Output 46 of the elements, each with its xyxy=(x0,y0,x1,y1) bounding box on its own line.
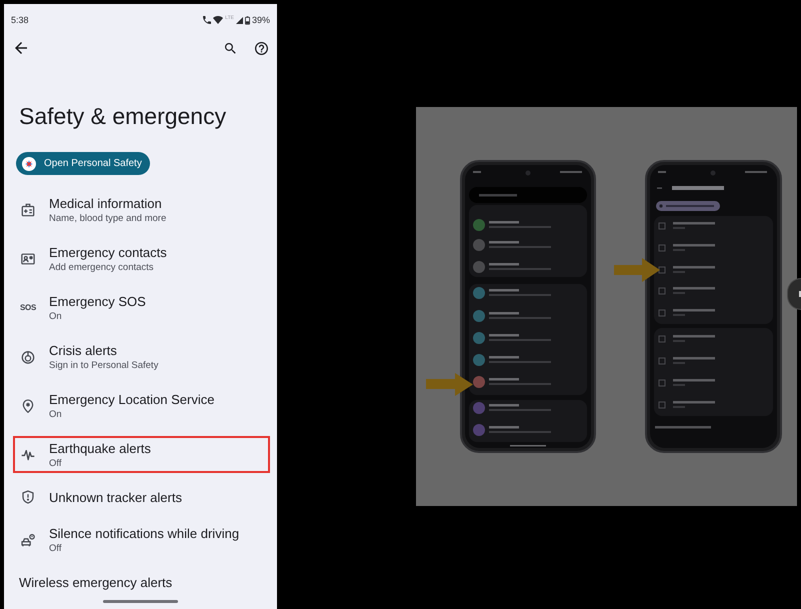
wireless-alerts-item[interactable]: Wireless emergency alerts xyxy=(19,574,172,591)
battery-percent: 39% xyxy=(252,14,270,26)
settings-item[interactable]: Emergency contacts Add emergency contacts xyxy=(13,240,270,277)
help-icon[interactable] xyxy=(255,42,268,54)
settings-item[interactable]: Emergency Location Service On xyxy=(13,387,270,424)
search-icon[interactable] xyxy=(225,42,236,54)
status-time: 5:38 xyxy=(11,14,29,26)
settings-item[interactable]: Crisis alerts Sign in to Personal Safety xyxy=(13,338,270,375)
item-subtitle: Add emergency contacts xyxy=(49,260,154,274)
pulse-icon xyxy=(21,448,35,462)
settings-item[interactable]: Earthquake alerts Off xyxy=(13,436,270,473)
shield-icon xyxy=(21,490,35,504)
open-personal-safety-button[interactable]: Open Personal Safety xyxy=(16,152,150,175)
item-subtitle: Off xyxy=(49,456,62,470)
star-icon xyxy=(22,156,36,170)
wifi-icon xyxy=(213,16,224,24)
item-title: Silence notifications while driving xyxy=(49,524,240,542)
item-title: Crisis alerts xyxy=(49,342,117,358)
item-subtitle: Sign in to Personal Safety xyxy=(49,358,158,372)
battery-icon xyxy=(244,16,250,24)
item-title: Earthquake alerts xyxy=(49,440,151,456)
item-title: Emergency Location Service xyxy=(49,390,214,408)
item-subtitle: Off xyxy=(49,542,62,554)
settings-item[interactable]: SOS Emergency SOS On xyxy=(13,289,270,326)
item-title: Emergency SOS xyxy=(49,292,146,310)
contact-card-icon xyxy=(21,252,35,266)
item-subtitle: On xyxy=(49,408,62,420)
phone-icon xyxy=(203,16,212,24)
signal-icon xyxy=(236,16,243,24)
page-title: Safety & emergency xyxy=(19,102,228,130)
medical-id-icon xyxy=(21,202,35,216)
item-title: Emergency contacts xyxy=(49,244,167,260)
ring-icon xyxy=(21,350,35,364)
settings-item[interactable]: Silence notifications while driving Off xyxy=(13,521,270,558)
item-title: Medical information xyxy=(49,194,162,212)
location-pin-icon xyxy=(21,398,35,412)
back-icon[interactable] xyxy=(15,42,27,54)
arrow-icon xyxy=(614,258,660,282)
settings-item[interactable]: Unknown tracker alerts xyxy=(13,485,270,509)
item-title: Unknown tracker alerts xyxy=(49,488,182,506)
car-icon xyxy=(21,532,35,546)
settings-item[interactable]: Medical information Name, blood type and more xyxy=(13,191,270,228)
item-subtitle: Name, blood type and more xyxy=(49,212,166,224)
sos-icon: SOS xyxy=(20,302,36,312)
item-subtitle: On xyxy=(49,310,62,322)
arrow-icon xyxy=(426,373,473,396)
